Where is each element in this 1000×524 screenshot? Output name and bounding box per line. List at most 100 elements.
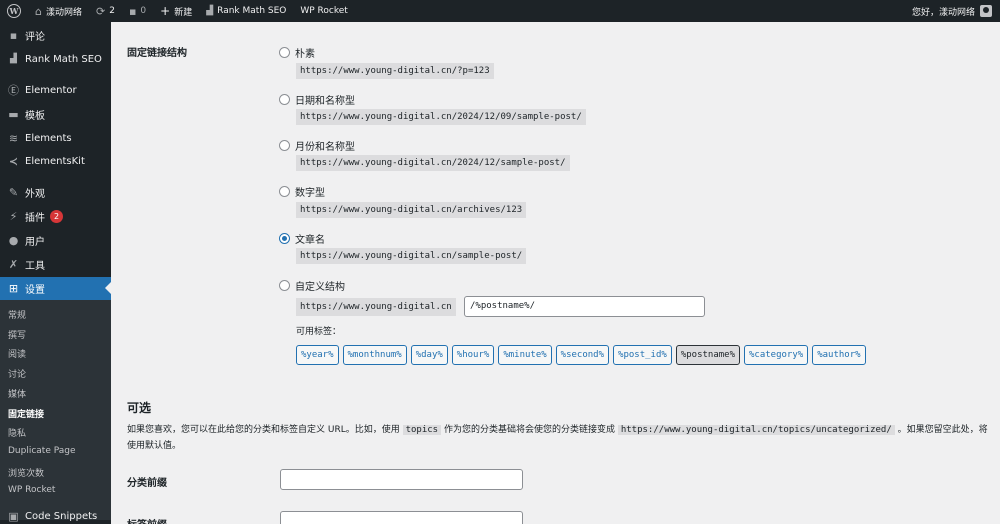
admin-bar: W ⌂ 漾动网络 ⟳ 2 ▪ 0 + 新建 ▟ Rank Math SEO WP… bbox=[0, 0, 1000, 22]
comments-menu[interactable]: ▪ 0 bbox=[122, 0, 153, 22]
submenu-discussion[interactable]: 讨论 bbox=[8, 367, 26, 380]
menu-code-snippets[interactable]: ▣ Code Snippets bbox=[0, 508, 111, 524]
option-label: 朴素 bbox=[295, 49, 315, 60]
code-icon: ▣ bbox=[8, 509, 19, 523]
menu-elementor[interactable]: Ⓔ Elementor bbox=[0, 79, 111, 101]
desc-text: 作为您的分类基础将会使您的分类链接变成 bbox=[441, 425, 618, 435]
settings-submenu: 常规 撰写 阅读 讨论 媒体 固定链接 隐私 Duplicate Page 浏览… bbox=[0, 300, 111, 520]
submenu-duplicate-page[interactable]: Duplicate Page bbox=[8, 446, 76, 456]
new-label: 新建 bbox=[174, 7, 193, 18]
menu-templates[interactable]: ▬ 模板 bbox=[0, 103, 111, 125]
menu-label: 设置 bbox=[25, 285, 45, 296]
optional-section-title: 可选 bbox=[127, 401, 152, 415]
option-numeric[interactable]: 数字型 bbox=[279, 184, 325, 199]
available-tags: %year% %monthnum% %day% %hour% %minute% … bbox=[296, 345, 866, 365]
greeting: 您好，漾动网络 bbox=[911, 7, 975, 18]
example-url: https://www.young-digital.cn/sample-post… bbox=[296, 248, 527, 264]
desc-text: 如果您喜欢，您可以在此给您的分类和标签自定义 URL。比如，使用 bbox=[127, 425, 403, 435]
tag-button-monthnum[interactable]: %monthnum% bbox=[342, 345, 407, 365]
folder-icon: ▬ bbox=[8, 107, 19, 121]
my-account-menu[interactable]: 您好，漾动网络 bbox=[905, 0, 1000, 22]
menu-label: 插件 bbox=[25, 212, 45, 224]
tag-button-category[interactable]: %category% bbox=[744, 345, 809, 365]
radio-day-name[interactable] bbox=[279, 94, 290, 105]
comments-count: 0 bbox=[140, 6, 147, 16]
menu-label: Rank Math SEO bbox=[25, 53, 102, 65]
tag-base-input[interactable] bbox=[280, 511, 523, 524]
desc-code: topics bbox=[402, 425, 442, 435]
menu-settings[interactable]: ⊞ 设置 bbox=[0, 277, 111, 300]
option-plain[interactable]: 朴素 bbox=[279, 45, 315, 60]
menu-elementskit[interactable]: ≺ ElementsKit bbox=[0, 150, 111, 172]
category-base-label: 分类前缀 bbox=[127, 478, 167, 489]
submenu-privacy[interactable]: 隐私 bbox=[8, 426, 26, 439]
menu-rank-math-seo[interactable]: ▟ Rank Math SEO bbox=[0, 48, 111, 70]
elementor-icon: Ⓔ bbox=[8, 84, 19, 97]
tag-button-author[interactable]: %author% bbox=[812, 345, 866, 365]
option-month-name[interactable]: 月份和名称型 bbox=[279, 138, 355, 153]
available-tags-label: 可用标签： bbox=[296, 327, 342, 337]
option-label: 文章名 bbox=[295, 235, 325, 246]
option-post-name[interactable]: 文章名 bbox=[279, 231, 325, 246]
submenu-writing[interactable]: 撰写 bbox=[8, 328, 26, 341]
tag-button-year[interactable]: %year% bbox=[296, 345, 339, 365]
desc-code: https://www.young-digital.cn/topics/unca… bbox=[617, 425, 895, 435]
main-content: 固定链接结构 朴素 https://www.young-digital.cn/?… bbox=[111, 22, 1000, 524]
refresh-icon: ⟳ bbox=[96, 4, 106, 18]
menu-label: Code Snippets bbox=[25, 510, 98, 522]
wp-rocket-menu[interactable]: WP Rocket bbox=[293, 0, 354, 22]
option-label: 月份和名称型 bbox=[295, 142, 355, 153]
new-content-menu[interactable]: + 新建 bbox=[153, 0, 199, 22]
tag-button-hour[interactable]: %hour% bbox=[451, 345, 495, 365]
permalink-structure-label: 固定链接结构 bbox=[127, 48, 187, 59]
radio-month-name[interactable] bbox=[279, 140, 290, 151]
submenu-wp-rocket[interactable]: WP Rocket bbox=[8, 485, 55, 495]
menu-appearance[interactable]: ✎ 外观 bbox=[0, 181, 111, 203]
plugin-icon: ⚡ bbox=[9, 209, 18, 223]
menu-label: Elementor bbox=[25, 84, 77, 96]
radio-plain[interactable] bbox=[279, 47, 290, 58]
custom-structure-input[interactable]: /%postname%/ bbox=[464, 296, 705, 317]
submenu-permalinks[interactable]: 固定链接 bbox=[8, 407, 44, 420]
submenu-reading[interactable]: 阅读 bbox=[8, 347, 26, 360]
tag-button-post-id[interactable]: %post_id% bbox=[613, 345, 672, 365]
submenu-media[interactable]: 媒体 bbox=[8, 387, 26, 400]
tag-button-postname[interactable]: %postname% bbox=[675, 345, 740, 365]
submenu-page-views[interactable]: 浏览次数 bbox=[8, 466, 44, 479]
settings-icon: ⊞ bbox=[8, 282, 19, 295]
wp-logo-menu[interactable]: W bbox=[0, 0, 28, 22]
category-base-input[interactable] bbox=[280, 469, 523, 490]
menu-plugins[interactable]: ⚡ 插件 2 bbox=[0, 205, 111, 227]
radio-numeric[interactable] bbox=[279, 186, 290, 197]
option-label: 自定义结构 bbox=[295, 282, 345, 293]
menu-label: ElementsKit bbox=[25, 155, 85, 167]
menu-label: Elements bbox=[25, 132, 72, 144]
rank-math-label: Rank Math SEO bbox=[217, 6, 287, 16]
admin-sidebar: ▪ 评论 ▟ Rank Math SEO Ⓔ Elementor ▬ 模板 ≋ … bbox=[0, 22, 111, 524]
elementskit-icon: ≺ bbox=[8, 154, 19, 168]
brush-icon: ✎ bbox=[8, 185, 19, 199]
updates-count: 2 bbox=[109, 6, 115, 16]
site-name-menu[interactable]: ⌂ 漾动网络 bbox=[28, 0, 89, 22]
option-day-name[interactable]: 日期和名称型 bbox=[279, 92, 355, 107]
tag-button-minute[interactable]: %minute% bbox=[498, 345, 552, 365]
submenu-general[interactable]: 常规 bbox=[8, 308, 26, 321]
tag-button-second[interactable]: %second% bbox=[555, 345, 610, 365]
menu-comments[interactable]: ▪ 评论 bbox=[0, 24, 111, 46]
example-url: https://www.young-digital.cn/2024/12/09/… bbox=[296, 109, 586, 125]
menu-elements[interactable]: ≋ Elements bbox=[0, 127, 111, 149]
menu-label: 模板 bbox=[25, 110, 45, 122]
comment-icon: ▪ bbox=[128, 4, 137, 18]
menu-users[interactable]: ● 用户 bbox=[0, 229, 111, 251]
menu-tools[interactable]: ✗ 工具 bbox=[0, 253, 111, 275]
option-custom-structure[interactable]: 自定义结构 bbox=[279, 278, 345, 293]
updates-menu[interactable]: ⟳ 2 bbox=[89, 0, 122, 22]
radio-post-name[interactable] bbox=[279, 233, 290, 244]
tag-button-day[interactable]: %day% bbox=[410, 345, 448, 365]
user-icon: ● bbox=[8, 233, 19, 247]
wrench-icon: ✗ bbox=[8, 257, 19, 271]
rank-math-menu[interactable]: ▟ Rank Math SEO bbox=[199, 0, 293, 22]
menu-label: 外观 bbox=[25, 188, 45, 200]
radio-custom-structure[interactable] bbox=[279, 280, 290, 291]
plugins-update-badge: 2 bbox=[50, 209, 63, 223]
